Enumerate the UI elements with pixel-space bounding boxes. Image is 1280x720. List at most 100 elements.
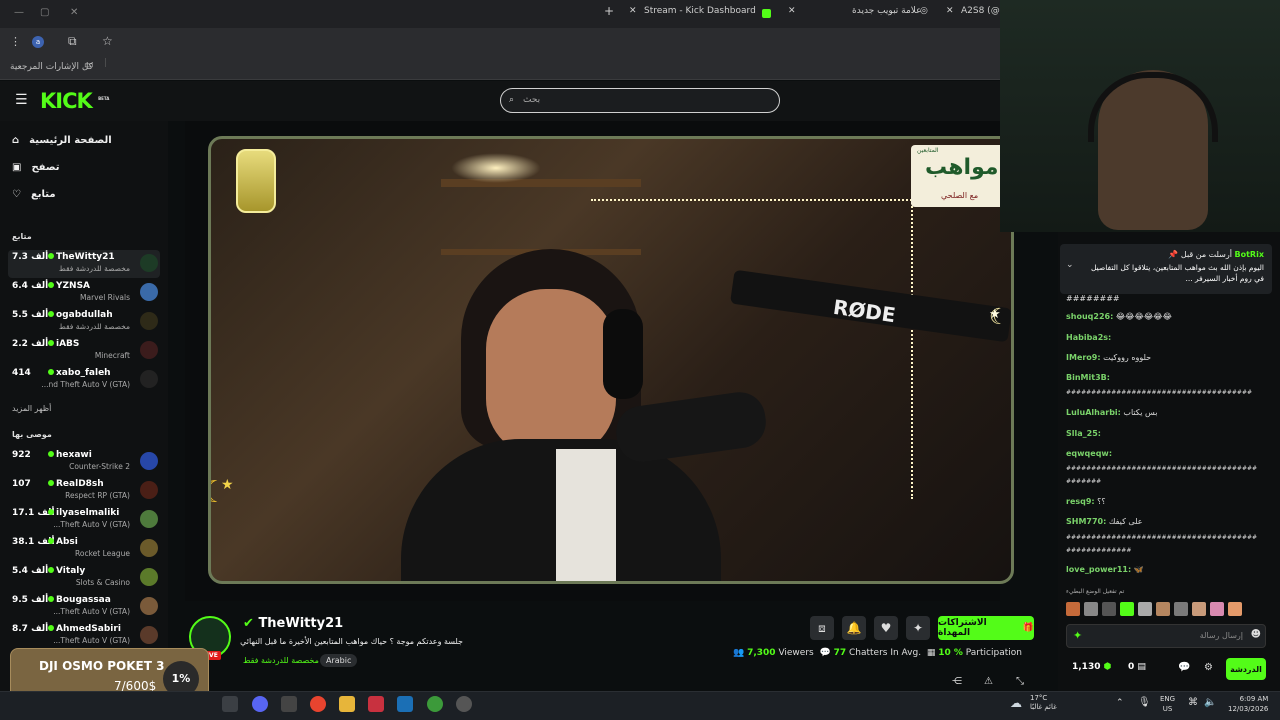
sparkle-icon[interactable]: ✦ [1073, 629, 1082, 642]
chat-bubble-icon[interactable]: 💬 [1178, 662, 1190, 673]
menu-dots-icon[interactable]: ⋮ [10, 35, 21, 48]
extensions-icon[interactable]: ⧉ [68, 34, 77, 49]
nav-following[interactable]: ♡ متابع [12, 189, 56, 200]
chat-message: LuluAlharbi: بس يكتاب [1066, 408, 1157, 417]
volume-icon[interactable]: 🔈 [1204, 697, 1216, 708]
sidebar-channel[interactable]: 107 RealD8sh Respect RP (GTA) [8, 477, 160, 505]
gift-subs-button[interactable]: الاشتراكات المهداة 🎁 [938, 616, 1034, 640]
share-icon[interactable]: ⋲ [952, 676, 962, 687]
emote[interactable] [1138, 602, 1152, 616]
report-icon[interactable]: ⚠ [984, 676, 993, 687]
emote[interactable] [1120, 602, 1134, 616]
chrome-icon[interactable] [310, 696, 326, 712]
clock[interactable]: 6:09 AM 12/03/2026 [1228, 694, 1268, 714]
chat-input[interactable]: ✦ إرسال رسالة ☻ [1066, 624, 1266, 648]
search-input[interactable]: ⌕ بحث [500, 88, 780, 113]
channel-category: ...Theft Auto V (GTA) [53, 636, 130, 645]
close-window-icon[interactable]: ✕ [70, 7, 78, 18]
app-icon[interactable] [222, 696, 238, 712]
tray-chevron-icon[interactable]: ⌃ [1116, 698, 1124, 708]
chat-user[interactable]: Slla_25: [1066, 429, 1101, 438]
sidebar-channel[interactable]: 5.5 ألف ogabdullah مخصصة للدردشة فقط [8, 308, 160, 336]
tab-close-icon[interactable]: ✕ [629, 6, 637, 16]
chat-user[interactable]: shouq226: [1066, 312, 1113, 321]
tab-close-icon[interactable]: ✕ [788, 6, 796, 16]
emote[interactable] [1066, 602, 1080, 616]
sidebar-channel[interactable]: 7.3 ألف TheWitty21 مخصصة للدردشة فقط [8, 250, 160, 278]
collapse-icon[interactable]: ⤡ [1016, 676, 1024, 687]
kick-logo[interactable]: KICK BETA [40, 89, 109, 113]
nav-browse[interactable]: ▣ تصفح [12, 162, 59, 173]
sidebar-channel[interactable]: 5.4 ألف Vitaly Slots & Casino [8, 564, 160, 592]
emote[interactable] [1228, 602, 1242, 616]
emote[interactable] [1174, 602, 1188, 616]
tab-close-icon[interactable]: ✕ [946, 6, 954, 16]
profile-avatar[interactable]: a [32, 36, 44, 48]
emote[interactable] [1156, 602, 1170, 616]
sidebar-channel[interactable]: 922 hexawi Counter-Strike 2 [8, 448, 160, 476]
app-icon[interactable] [368, 696, 384, 712]
network-icon[interactable]: ⌘ [1188, 697, 1198, 708]
tab-new-tab[interactable]: علامة تبويب جديدة [852, 6, 922, 16]
webcam-headphone [1088, 72, 1218, 142]
sidebar-channel[interactable]: 2.2 ألف iABS Minecraft [8, 337, 160, 365]
chat-user[interactable]: BinMit3B: [1066, 373, 1110, 382]
weather-widget[interactable]: 17°C غائم غالبًا [1030, 694, 1057, 712]
sidebar-channel[interactable]: 8.7 ألف AhmedSabiri ...Theft Auto V (GTA… [8, 622, 160, 650]
mic-icon[interactable]: 🎙 [1138, 697, 1151, 708]
language-indicator[interactable]: ENG US [1160, 694, 1175, 714]
avatar [140, 283, 158, 301]
tab-kick-dashboard[interactable]: Stream - Kick Dashboard [644, 6, 756, 16]
bookmark-star-icon[interactable]: ☆ [102, 34, 113, 48]
chrome-icon[interactable] [427, 696, 443, 712]
boost-button[interactable]: ✦ [906, 616, 930, 640]
emote[interactable] [1192, 602, 1206, 616]
sidebar-channel[interactable]: 38.1 ألف Absi Rocket League [8, 535, 160, 563]
banner: المتابعين مواهب مع الصلحي [911, 145, 1011, 207]
all-bookmarks-label[interactable]: كل الإشارات المرجعية [10, 62, 93, 72]
emote[interactable] [1210, 602, 1224, 616]
app-icon[interactable] [281, 696, 297, 712]
chat-user[interactable]: IMero9: [1066, 353, 1101, 362]
chatters-count: 77 [833, 648, 847, 658]
chat-user[interactable]: SHM770: [1066, 517, 1106, 526]
clip-button[interactable]: ⧈ [810, 616, 834, 640]
gear-icon[interactable]: ⚙ [1204, 662, 1213, 673]
hamburger-icon[interactable]: ☰ [15, 92, 28, 108]
discord-icon[interactable] [252, 696, 268, 712]
folder-icon[interactable] [339, 696, 355, 712]
sidebar-channel[interactable]: 414 xabo_faleh ...nd Theft Auto V (GTA) [8, 366, 160, 394]
notification-button[interactable]: 🔔 [842, 616, 866, 640]
video-player[interactable]: RØDE ☾ ★ ☾ ★ المتابعين مواهب مع الصلحي [208, 136, 1014, 584]
emote[interactable] [1084, 602, 1098, 616]
language-tag[interactable]: Arabic [320, 654, 358, 667]
emote[interactable] [1102, 602, 1116, 616]
maximize-icon[interactable]: ▢ [40, 7, 49, 18]
steam-icon[interactable] [397, 696, 413, 712]
channel-points[interactable]: 1,130 ⬢ [1072, 662, 1111, 672]
follow-button[interactable]: ♥ [874, 616, 898, 640]
chat-user[interactable]: Habiba2s: [1066, 333, 1111, 342]
banner-title: مواهب [925, 155, 999, 180]
chat-user[interactable]: resq9: [1066, 497, 1095, 506]
emoji-icon[interactable]: ☻ [1251, 629, 1261, 640]
sidebar-channel[interactable]: 9.5 ألف Bougassaa ...Theft Auto V (GTA) [8, 593, 160, 621]
chevron-down-icon[interactable]: ⌄ [1066, 260, 1074, 270]
category-link[interactable]: مخصصة للدردشة فقط [243, 656, 319, 665]
show-more-link[interactable]: أظهر المزيد [12, 404, 51, 413]
sidebar-channel[interactable]: 6.4 ألف YZNSA Marvel Rivals [8, 279, 160, 307]
chat-user[interactable]: eqwqeqw: [1066, 449, 1112, 458]
minimize-icon[interactable]: — [14, 7, 24, 18]
stream-stats: 👥 7,300 Viewers 💬 77 Chatters In Avg. ▦ … [733, 648, 1022, 658]
sidebar-channel[interactable]: 17.1 ألف ilyaselmaliki ...Theft Auto V (… [8, 506, 160, 534]
obs-icon[interactable] [456, 696, 472, 712]
new-tab-icon[interactable]: + [604, 4, 614, 18]
chat-user[interactable]: love_power11: [1066, 565, 1131, 574]
channel-name[interactable]: ✔ TheWitty21 [243, 616, 343, 631]
nav-home[interactable]: ⌂ الصفحة الرئيسية [12, 135, 112, 146]
chat-user[interactable]: LuluAlharbi: [1066, 408, 1121, 417]
live-dot [48, 253, 54, 259]
send-chat-button[interactable]: الدردشة [1226, 658, 1266, 680]
clock-time: 6:09 AM [1239, 695, 1269, 703]
kicks-balance[interactable]: 0 ▤ [1128, 662, 1146, 672]
